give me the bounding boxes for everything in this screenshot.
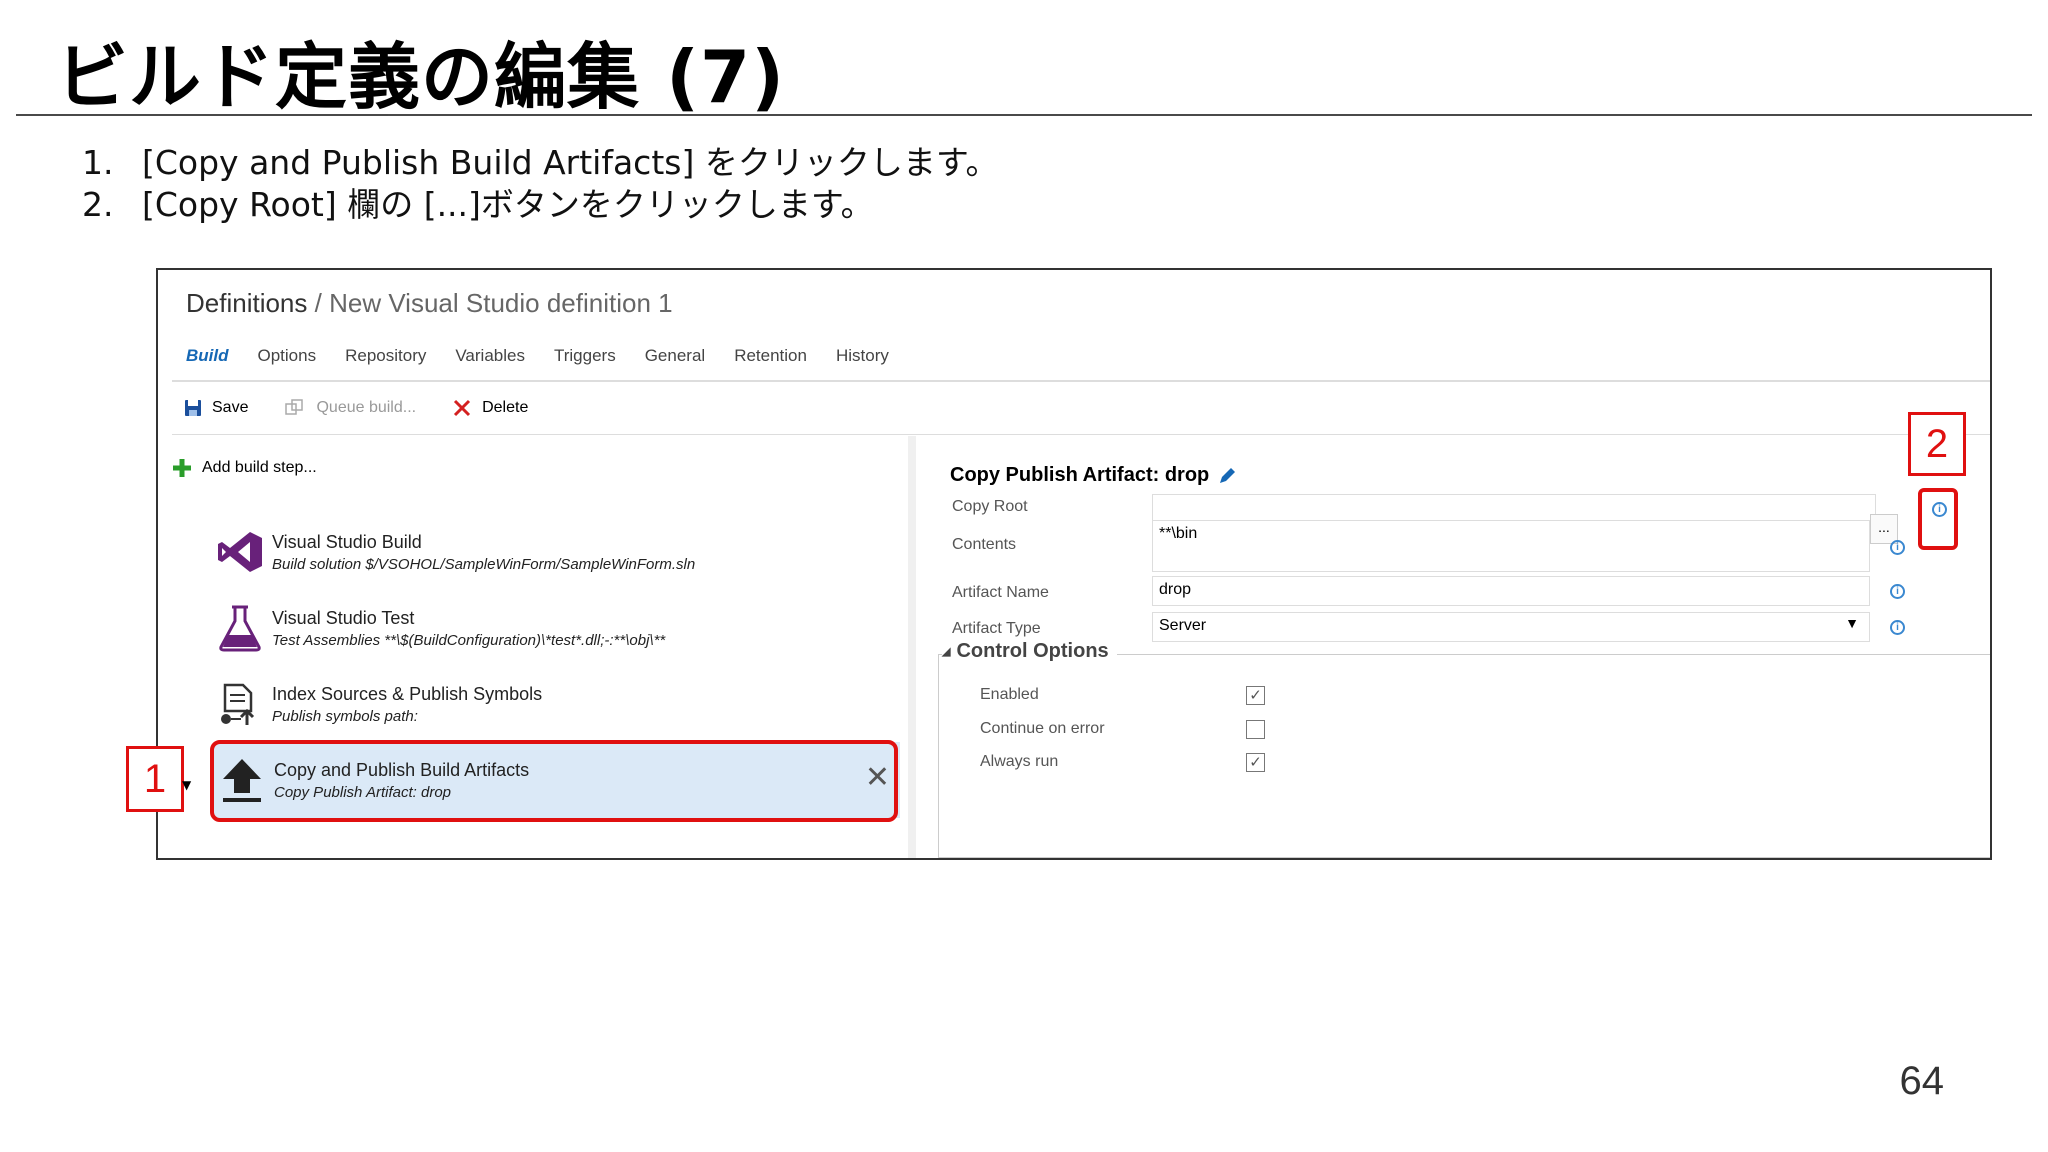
callout-number-2: 2	[1908, 412, 1966, 476]
enabled-label: Enabled	[980, 686, 1039, 703]
symbols-icon	[212, 676, 268, 732]
tab-triggers[interactable]: Triggers	[554, 346, 616, 366]
callout-highlight-browse	[1918, 488, 1958, 550]
continue-on-error-label: Continue on error	[980, 720, 1105, 737]
build-step-visual-studio-test[interactable]: Visual Studio Test Test Assemblies **\$(…	[212, 590, 912, 666]
tab-retention[interactable]: Retention	[734, 346, 807, 366]
artifact-name-info-icon[interactable]: i	[1890, 584, 1905, 599]
add-build-step-button[interactable]: Add build step...	[172, 458, 317, 478]
delete-button[interactable]: Delete	[452, 398, 528, 418]
breadcrumb: Definitions / New Visual Studio definiti…	[186, 288, 673, 318]
artifact-type-label: Artifact Type	[952, 620, 1041, 637]
step-detail-panel: Copy Publish Artifact: drop Copy Root ..…	[932, 436, 1990, 858]
delete-icon	[454, 399, 471, 417]
slide-title: ビルド定義の編集 (7)	[56, 35, 785, 119]
artifact-type-select[interactable]: Server ▼	[1152, 612, 1870, 642]
contents-input[interactable]: **\bin	[1152, 520, 1870, 572]
build-step-visual-studio-build[interactable]: Visual Studio Build Build solution $/VSO…	[212, 514, 912, 590]
toolbar: Save Queue build... Delete	[184, 398, 528, 418]
queue-build-button[interactable]: Queue build...	[284, 398, 416, 418]
instruction-list: 1. [Copy and Publish Build Artifacts] をクリ…	[82, 142, 999, 226]
dropdown-arrow-icon: ▼	[1845, 615, 1859, 631]
pencil-icon[interactable]	[1217, 466, 1237, 486]
title-divider	[16, 114, 2032, 116]
breadcrumb-current: New Visual Studio definition 1	[329, 288, 673, 318]
copy-root-label: Copy Root	[952, 498, 1028, 515]
queue-icon	[285, 399, 304, 415]
enabled-checkbox[interactable]: ✓	[1246, 686, 1265, 705]
definition-tabs: Build Options Repository Variables Trigg…	[186, 346, 889, 366]
tab-build[interactable]: Build	[186, 346, 229, 366]
save-button[interactable]: Save	[184, 399, 248, 417]
step-expand-arrow-icon: ▼	[182, 778, 192, 792]
save-icon	[185, 400, 201, 416]
callout-number-1: 1	[126, 746, 184, 812]
collapse-triangle-icon: ◢	[942, 646, 951, 658]
callout-highlight-step	[210, 740, 898, 822]
tab-repository[interactable]: Repository	[345, 346, 426, 366]
tab-history[interactable]: History	[836, 346, 889, 366]
tab-options[interactable]: Options	[258, 346, 317, 366]
toolbar-divider	[172, 434, 1990, 435]
continue-on-error-checkbox[interactable]	[1246, 720, 1265, 739]
breadcrumb-root[interactable]: Definitions	[186, 288, 307, 318]
tab-general[interactable]: General	[645, 346, 705, 366]
always-run-label: Always run	[980, 753, 1059, 770]
tab-variables[interactable]: Variables	[455, 346, 525, 366]
build-step-index-sources[interactable]: Index Sources & Publish Symbols Publish …	[212, 666, 912, 742]
instruction-item: 1. [Copy and Publish Build Artifacts] をクリ…	[82, 143, 999, 182]
page-number: 64	[1899, 1059, 1945, 1103]
control-options-header[interactable]: ◢ Control Options	[942, 640, 1117, 663]
contents-label: Contents	[952, 536, 1017, 553]
artifact-name-input[interactable]: drop	[1152, 576, 1870, 606]
control-options-frame	[938, 654, 1990, 858]
always-run-checkbox[interactable]: ✓	[1246, 753, 1265, 772]
plus-icon	[173, 459, 191, 477]
visual-studio-icon	[212, 524, 268, 580]
flask-icon	[212, 600, 268, 656]
detail-title: Copy Publish Artifact: drop	[950, 464, 1237, 487]
contents-info-icon[interactable]: i	[1890, 540, 1905, 555]
browse-button[interactable]: ...	[1870, 514, 1898, 544]
artifact-name-label: Artifact Name	[952, 584, 1049, 601]
instruction-item: 2. [Copy Root] 欄の [...]ボタンをクリックします。	[82, 185, 874, 224]
artifact-type-info-icon[interactable]: i	[1890, 620, 1905, 635]
tabs-divider	[172, 380, 1990, 382]
